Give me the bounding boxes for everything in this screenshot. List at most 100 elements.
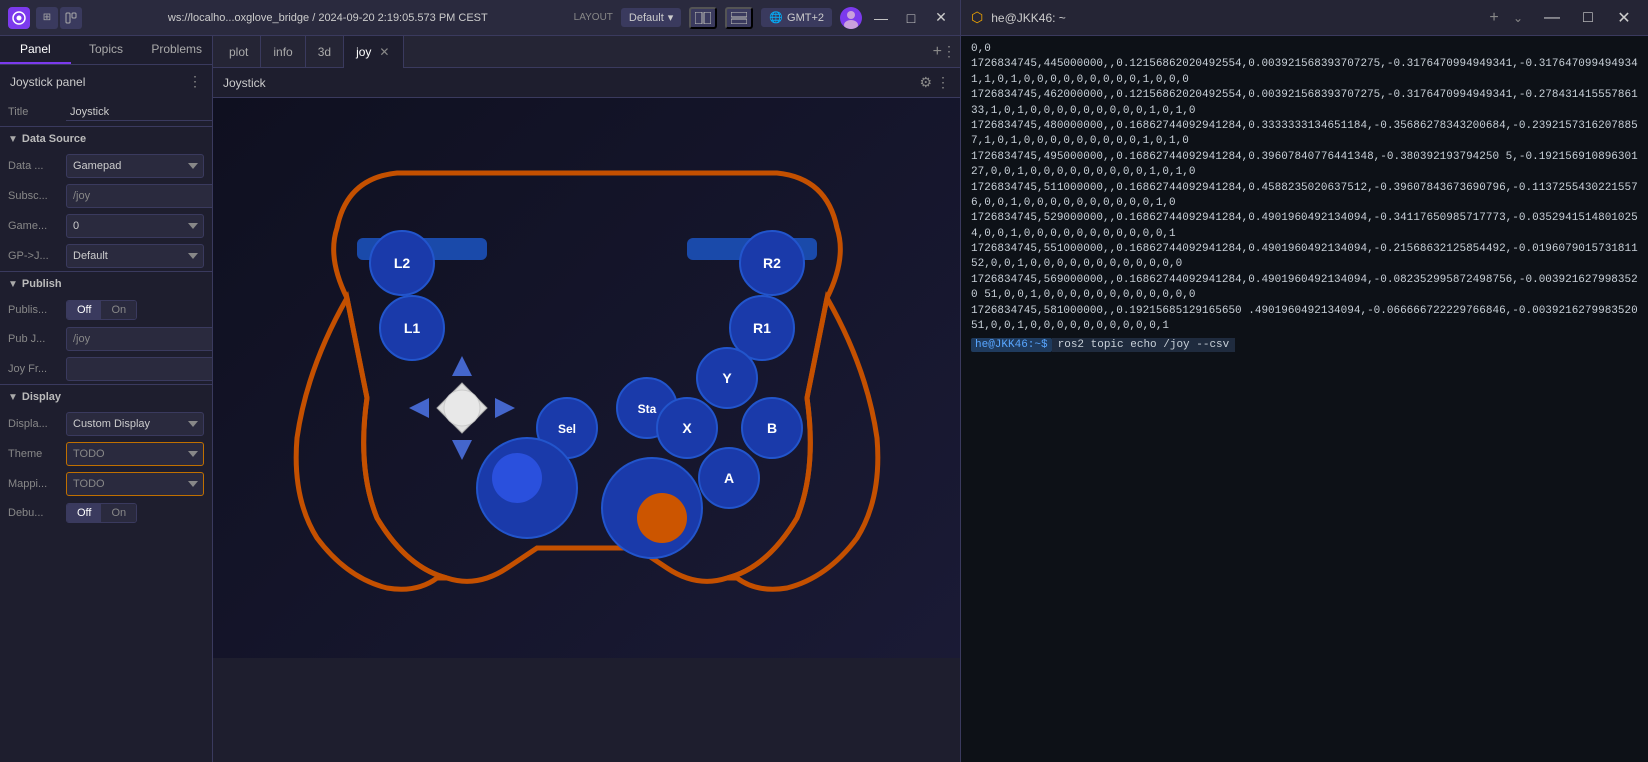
publish-toggle-label: Publis... [8, 304, 60, 316]
display-label: Display [22, 391, 61, 403]
sidebar-tab-problems[interactable]: Problems [141, 36, 212, 64]
publish-toggle-row: Publis... Off On [0, 296, 212, 324]
terminal-tab-chevron-button[interactable]: ⌄ [1506, 11, 1530, 25]
mapping-row: Mappi... TODO [0, 469, 212, 499]
title-bar: ⊞ ws://localho...oxglove_bridge / 2024-0… [0, 0, 960, 36]
title-label: Title [8, 106, 60, 118]
subscribe-input[interactable] [66, 184, 213, 208]
view-toggle-2-icon[interactable] [725, 7, 753, 29]
joystick-panel: Joystick ⚙ ⋮ [213, 68, 960, 762]
title-input[interactable] [66, 104, 213, 121]
gamepad-select[interactable]: 0 [66, 214, 204, 238]
debug-toggle: Off On [66, 503, 137, 523]
sidebar-tab-panel[interactable]: Panel [0, 36, 71, 64]
grid-icon[interactable]: ⊞ [36, 7, 58, 29]
main-area: Panel Topics Problems Joystick panel ⋮ T… [0, 36, 960, 762]
debug-row: Debu... Off On [0, 499, 212, 527]
y-label: Y [722, 370, 732, 386]
publish-section-header[interactable]: ▼ Publish [0, 271, 212, 296]
terminal-prompt-line: he@JKK46:~$ ros2 topic echo /joy --csv [971, 338, 1638, 352]
theme-label: Theme [8, 448, 60, 460]
close-button[interactable]: ✕ [930, 7, 952, 29]
publish-on-button[interactable]: On [101, 301, 136, 319]
data-type-select[interactable]: Gamepad [66, 154, 204, 178]
dpad [409, 356, 515, 460]
panel-icon[interactable] [60, 7, 82, 29]
terminal-body[interactable]: 0,01726834745,445000000,,0.1215686202049… [961, 36, 1648, 762]
theme-row: Theme TODO [0, 439, 212, 469]
debug-off-button[interactable]: Off [67, 504, 101, 522]
gamepad-row: Game... 0 [0, 211, 212, 241]
mapping-select[interactable]: TODO [66, 472, 204, 496]
maximize-button[interactable]: □ [900, 7, 922, 29]
data-source-arrow-icon: ▼ [8, 134, 18, 145]
theme-select[interactable]: TODO [66, 442, 204, 466]
sidebar-kebab-button[interactable]: ⋮ [188, 73, 202, 90]
sidebar-tab-topics[interactable]: Topics [71, 36, 142, 64]
title-row: Title [0, 98, 212, 126]
data-source-section-header[interactable]: ▼ Data Source [0, 126, 212, 151]
tab-add-button[interactable]: + [933, 43, 942, 61]
terminal-line: 1726834745,529000000,,0.1686274409294128… [971, 211, 1638, 242]
terminal-minimize-button[interactable]: — [1538, 4, 1566, 32]
panel-content: plot info 3d joy ✕ + ⋮ Joystick [213, 36, 960, 762]
terminal-prompt: he@JKK46:~$ [971, 338, 1052, 352]
terminal-line: 1726834745,581000000,,0.1921568512916565… [971, 304, 1638, 335]
foxglove-window: ⊞ ws://localho...oxglove_bridge / 2024-0… [0, 0, 960, 762]
terminal-line: 1726834745,511000000,,0.1686274409294128… [971, 181, 1638, 212]
joy-fr-label: Joy Fr... [8, 363, 60, 375]
joystick-settings-button[interactable]: ⚙ [919, 74, 932, 91]
title-bar-right: LAYOUT Default ▾ 🌐 GMT+2 — □ ✕ [574, 7, 952, 29]
terminal-line: 1726834745,551000000,,0.1686274409294128… [971, 242, 1638, 273]
terminal-line: 1726834745,462000000,,0.1215686202049255… [971, 88, 1638, 119]
display-arrow-icon: ▼ [8, 392, 18, 403]
terminal-new-tab-button[interactable]: + [1482, 9, 1506, 27]
tab-joy[interactable]: joy ✕ [344, 36, 404, 68]
subscribe-row: Subsc... ▾ [0, 181, 212, 211]
a-label: A [723, 470, 733, 486]
tab-joy-close-button[interactable]: ✕ [377, 45, 391, 59]
title-bar-left: ⊞ [8, 7, 82, 29]
pub-joy-row: Pub J... [0, 324, 212, 354]
sidebar: Panel Topics Problems Joystick panel ⋮ T… [0, 36, 213, 762]
data-type-row: Data ... Gamepad [0, 151, 212, 181]
tab-info[interactable]: info [261, 36, 305, 68]
terminal-maximize-button[interactable]: □ [1574, 4, 1602, 32]
joystick-menu-button[interactable]: ⋮ [936, 74, 950, 91]
b-label: B [766, 420, 776, 436]
terminal-close-button[interactable]: ✕ [1610, 4, 1638, 32]
gamepad-label: Game... [8, 220, 60, 232]
joystick-header: Joystick ⚙ ⋮ [213, 68, 960, 98]
timezone-button[interactable]: 🌐 GMT+2 [761, 8, 832, 27]
layout-chevron-icon: ▾ [668, 11, 674, 24]
pub-j-label: Pub J... [8, 333, 60, 345]
joystick-header-buttons: ⚙ ⋮ [919, 74, 950, 91]
publish-toggle: Off On [66, 300, 137, 320]
publish-arrow-icon: ▼ [8, 279, 18, 290]
user-avatar[interactable] [840, 7, 862, 29]
tab-menu-button[interactable]: ⋮ [942, 43, 956, 60]
tab-3d-label: 3d [318, 45, 331, 59]
r1-label: R1 [753, 320, 771, 336]
gp-mapping-select[interactable]: Default [66, 244, 204, 268]
l2-label: L2 [393, 255, 410, 271]
minimize-button[interactable]: — [870, 7, 892, 29]
gp-mapping-row: GP->J... Default [0, 241, 212, 271]
terminal-line: 1726834745,480000000,,0.1686274409294128… [971, 119, 1638, 150]
tab-joy-label: joy [356, 45, 371, 59]
tab-plot[interactable]: plot [217, 36, 261, 68]
tab-3d[interactable]: 3d [306, 36, 344, 68]
layout-button[interactable]: Default ▾ [621, 8, 681, 27]
terminal-window: ⬡ he@JKK46: ~ + ⌄ — □ ✕ 0,01726834745,44… [960, 0, 1648, 762]
title-bar-apps: ⊞ [36, 7, 82, 29]
display-section-header[interactable]: ▼ Display [0, 384, 212, 409]
layout-name: Default [629, 12, 664, 24]
joy-fr-input[interactable] [66, 357, 213, 381]
debug-on-button[interactable]: On [101, 504, 136, 522]
view-toggle-1-icon[interactable] [689, 7, 717, 29]
tab-info-label: info [273, 45, 292, 59]
display-type-select[interactable]: Custom Display [66, 412, 204, 436]
publish-off-button[interactable]: Off [67, 301, 101, 319]
pub-j-input[interactable] [66, 327, 213, 351]
joystick-view: L2 R2 L1 R1 [213, 98, 960, 658]
